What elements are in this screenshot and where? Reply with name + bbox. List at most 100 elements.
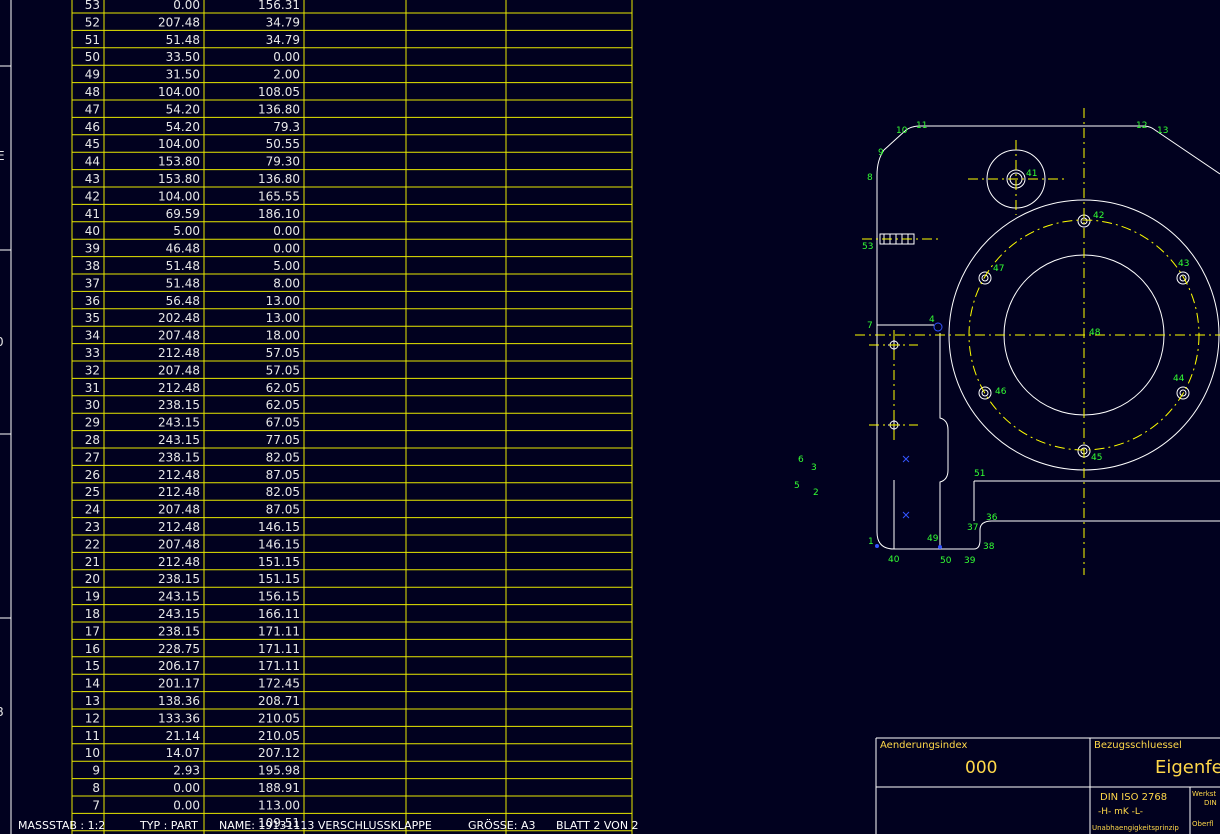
point-label: 40: [888, 555, 900, 565]
table-cell-y: 146.15: [258, 520, 300, 534]
table-cell-x: 201.17: [158, 677, 200, 691]
table-cell-y: 8.00: [273, 276, 300, 290]
reference-key-value: Eigenfe: [1155, 757, 1220, 778]
cad-drawing-canvas[interactable]: E 0 8 530.00156.3152207.4834.795151.4834…: [0, 0, 1220, 834]
table-cell-no: 28: [85, 433, 100, 447]
point-label: 37: [967, 523, 978, 533]
point-label: 44: [1173, 374, 1185, 384]
table-cell-no: 24: [85, 503, 100, 517]
table-cell-x: 5.00: [173, 224, 200, 238]
table-cell-no: 51: [85, 33, 100, 47]
table-cell-no: 21: [85, 555, 100, 569]
table-cell-no: 35: [85, 311, 100, 325]
table-cell-no: 49: [85, 68, 100, 82]
material-label: Werkst: [1192, 790, 1217, 798]
table-cell-y: 146.15: [258, 537, 300, 551]
table-cell-y: 62.05: [266, 398, 300, 412]
point-labels: 10 11 12 1398 41425347 4347484644456352513637…: [794, 121, 1189, 566]
table-cell-y: 87.05: [266, 503, 300, 517]
table-cell-y: 5.00: [273, 259, 300, 273]
table-cell-x: 212.48: [158, 346, 200, 360]
table-cell-x: 243.15: [158, 416, 200, 430]
table-cell-x: 243.15: [158, 607, 200, 621]
table-cell-y: 62.05: [266, 381, 300, 395]
table-cell-y: 87.05: [266, 468, 300, 482]
table-cell-no: 16: [85, 642, 100, 656]
table-cell-no: 25: [85, 485, 100, 499]
point-label: 46: [995, 387, 1007, 397]
table-cell-x: 238.15: [158, 624, 200, 638]
table-cell-no: 40: [85, 224, 100, 238]
table-cell-x: 0.00: [173, 798, 200, 812]
point-label: 5: [794, 481, 800, 491]
table-cell-y: 165.55: [258, 189, 300, 203]
table-cell-x: 69.59: [166, 207, 200, 221]
table-cell-x: 21.14: [166, 729, 200, 743]
table-cell-x: 207.48: [158, 15, 200, 29]
table-cell-no: 53: [85, 0, 100, 12]
table-cell-no: 30: [85, 398, 100, 412]
table-cell-y: 82.05: [266, 485, 300, 499]
table-cell-no: 33: [85, 346, 100, 360]
point-label: 45: [1091, 453, 1102, 463]
point-label: 10: [896, 126, 908, 136]
table-cell-y: 207.12: [258, 746, 300, 760]
table-cell-no: 37: [85, 276, 100, 290]
table-cell-y: 136.80: [258, 172, 300, 186]
ruler-mark-e: E: [0, 149, 5, 163]
table-cell-y: 156.15: [258, 590, 300, 604]
table-cell-y: 188.91: [258, 781, 300, 795]
table-cell-x: 207.48: [158, 537, 200, 551]
table-cell-x: 46.48: [166, 242, 200, 256]
table-cell-no: 39: [85, 242, 100, 256]
table-cell-x: 212.48: [158, 468, 200, 482]
point-label: 50: [940, 556, 952, 566]
table-cell-no: 20: [85, 572, 100, 586]
ruler-mark-0: 0: [0, 335, 4, 349]
table-cell-no: 38: [85, 259, 100, 273]
table-cell-no: 14: [85, 677, 100, 691]
table-cell-x: 212.48: [158, 520, 200, 534]
table-cell-y: 156.31: [258, 0, 300, 12]
point-label: 41: [1026, 169, 1037, 179]
table-cell-y: 77.05: [266, 433, 300, 447]
table-cell-y: 79.3: [273, 120, 300, 134]
table-cell-x: 243.15: [158, 590, 200, 604]
reference-key-label: Bezugsschluessel: [1094, 740, 1182, 751]
table-cell-x: 153.80: [158, 172, 200, 186]
table-cell-y: 57.05: [266, 346, 300, 360]
table-cell-x: 31.50: [166, 68, 200, 82]
table-cell-x: 238.15: [158, 572, 200, 586]
table-cell-y: 136.80: [258, 102, 300, 116]
table-cell-x: 14.07: [166, 746, 200, 760]
table-cell-y: 171.11: [258, 642, 300, 656]
point-label: 6: [798, 455, 804, 465]
table-cell-x: 207.48: [158, 329, 200, 343]
point-label: 13: [1157, 126, 1168, 136]
table-cell-x: 33.50: [166, 50, 200, 64]
point-label: 2: [813, 488, 819, 498]
table-cell-no: 9: [92, 764, 100, 778]
table-cell-x: 212.48: [158, 381, 200, 395]
table-cell-x: 104.00: [158, 137, 200, 151]
table-cell-y: 166.11: [258, 607, 300, 621]
table-cell-y: 2.00: [273, 68, 300, 82]
table-cell-x: 243.15: [158, 433, 200, 447]
table-cell-x: 207.48: [158, 503, 200, 517]
table-cell-x: 133.36: [158, 711, 200, 725]
table-cell-no: 29: [85, 416, 100, 430]
surface-label: Oberfl: [1192, 820, 1214, 828]
point-label: 4: [929, 315, 935, 325]
table-cell-no: 52: [85, 15, 100, 29]
table-cell-no: 27: [85, 450, 100, 464]
table-cell-no: 11: [85, 729, 100, 743]
table-cell-no: 26: [85, 468, 100, 482]
title-block-frame: [875, 737, 1220, 834]
table-cell-y: 210.05: [258, 711, 300, 725]
table-cell-y: 171.11: [258, 659, 300, 673]
tolerance-class: -H- mK -L-: [1098, 807, 1144, 817]
point-label: 9: [878, 148, 884, 158]
table-cell-no: 8: [92, 781, 100, 795]
table-cell-x: 51.48: [166, 33, 200, 47]
table-cell-y: 34.79: [266, 33, 300, 47]
